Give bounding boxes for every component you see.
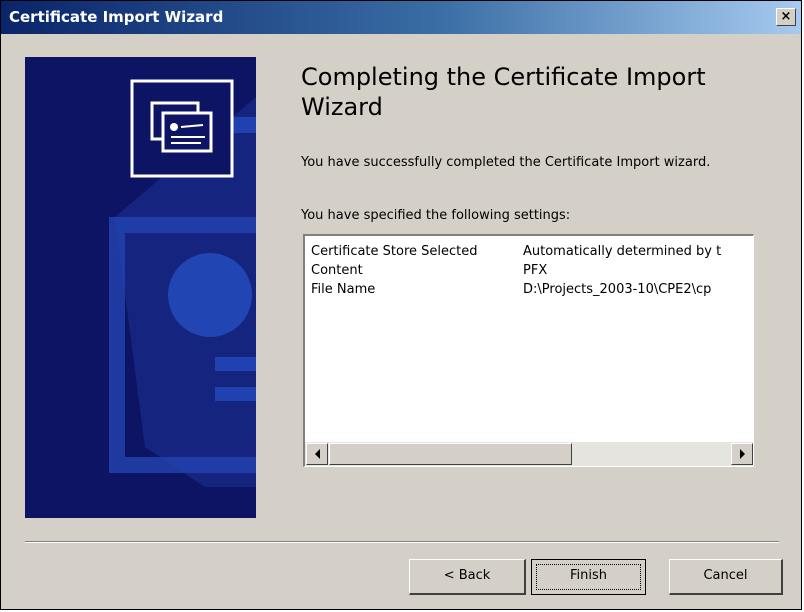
setting-key: Certificate Store Selected bbox=[311, 244, 478, 259]
banner-graphic bbox=[25, 57, 256, 518]
dialog-window: Certificate Import Wizard × Completing t… bbox=[0, 0, 802, 610]
setting-key: Content bbox=[311, 263, 363, 278]
setting-value: Automatically determined by t bbox=[523, 244, 722, 259]
settings-label: You have specified the following setting… bbox=[301, 208, 571, 223]
divider bbox=[25, 541, 779, 543]
close-button[interactable]: × bbox=[776, 8, 796, 26]
settings-table: Certificate Store Selected Automatically… bbox=[311, 244, 721, 301]
finish-button[interactable]: Finish bbox=[531, 559, 646, 595]
table-row[interactable]: File Name D:\Projects_2003-10\CPE2\cp bbox=[311, 282, 721, 301]
wizard-banner bbox=[25, 57, 256, 518]
window-title: Certificate Import Wizard bbox=[9, 8, 224, 26]
setting-value: D:\Projects_2003-10\CPE2\cp bbox=[523, 282, 712, 297]
setting-value: PFX bbox=[523, 263, 548, 278]
arrow-left-icon bbox=[315, 449, 320, 459]
table-row[interactable]: Certificate Store Selected Automatically… bbox=[311, 244, 721, 263]
scroll-right-button[interactable] bbox=[731, 443, 753, 465]
back-button[interactable]: < Back bbox=[409, 559, 526, 595]
scroll-thumb[interactable] bbox=[329, 443, 572, 465]
close-icon: × bbox=[780, 9, 792, 24]
horizontal-scrollbar[interactable] bbox=[305, 442, 753, 466]
scroll-left-button[interactable] bbox=[306, 443, 328, 465]
setting-key: File Name bbox=[311, 282, 376, 297]
page-title: Completing the Certificate Import Wizard bbox=[301, 63, 706, 121]
cancel-button[interactable]: Cancel bbox=[669, 559, 783, 595]
success-message: You have successfully completed the Cert… bbox=[301, 155, 711, 170]
settings-list[interactable]: Certificate Store Selected Automatically… bbox=[303, 234, 754, 467]
table-row[interactable]: Content PFX bbox=[311, 263, 721, 282]
certificate-icon bbox=[130, 79, 234, 178]
arrow-right-icon bbox=[740, 449, 745, 459]
title-bar[interactable]: Certificate Import Wizard × bbox=[1, 1, 801, 34]
